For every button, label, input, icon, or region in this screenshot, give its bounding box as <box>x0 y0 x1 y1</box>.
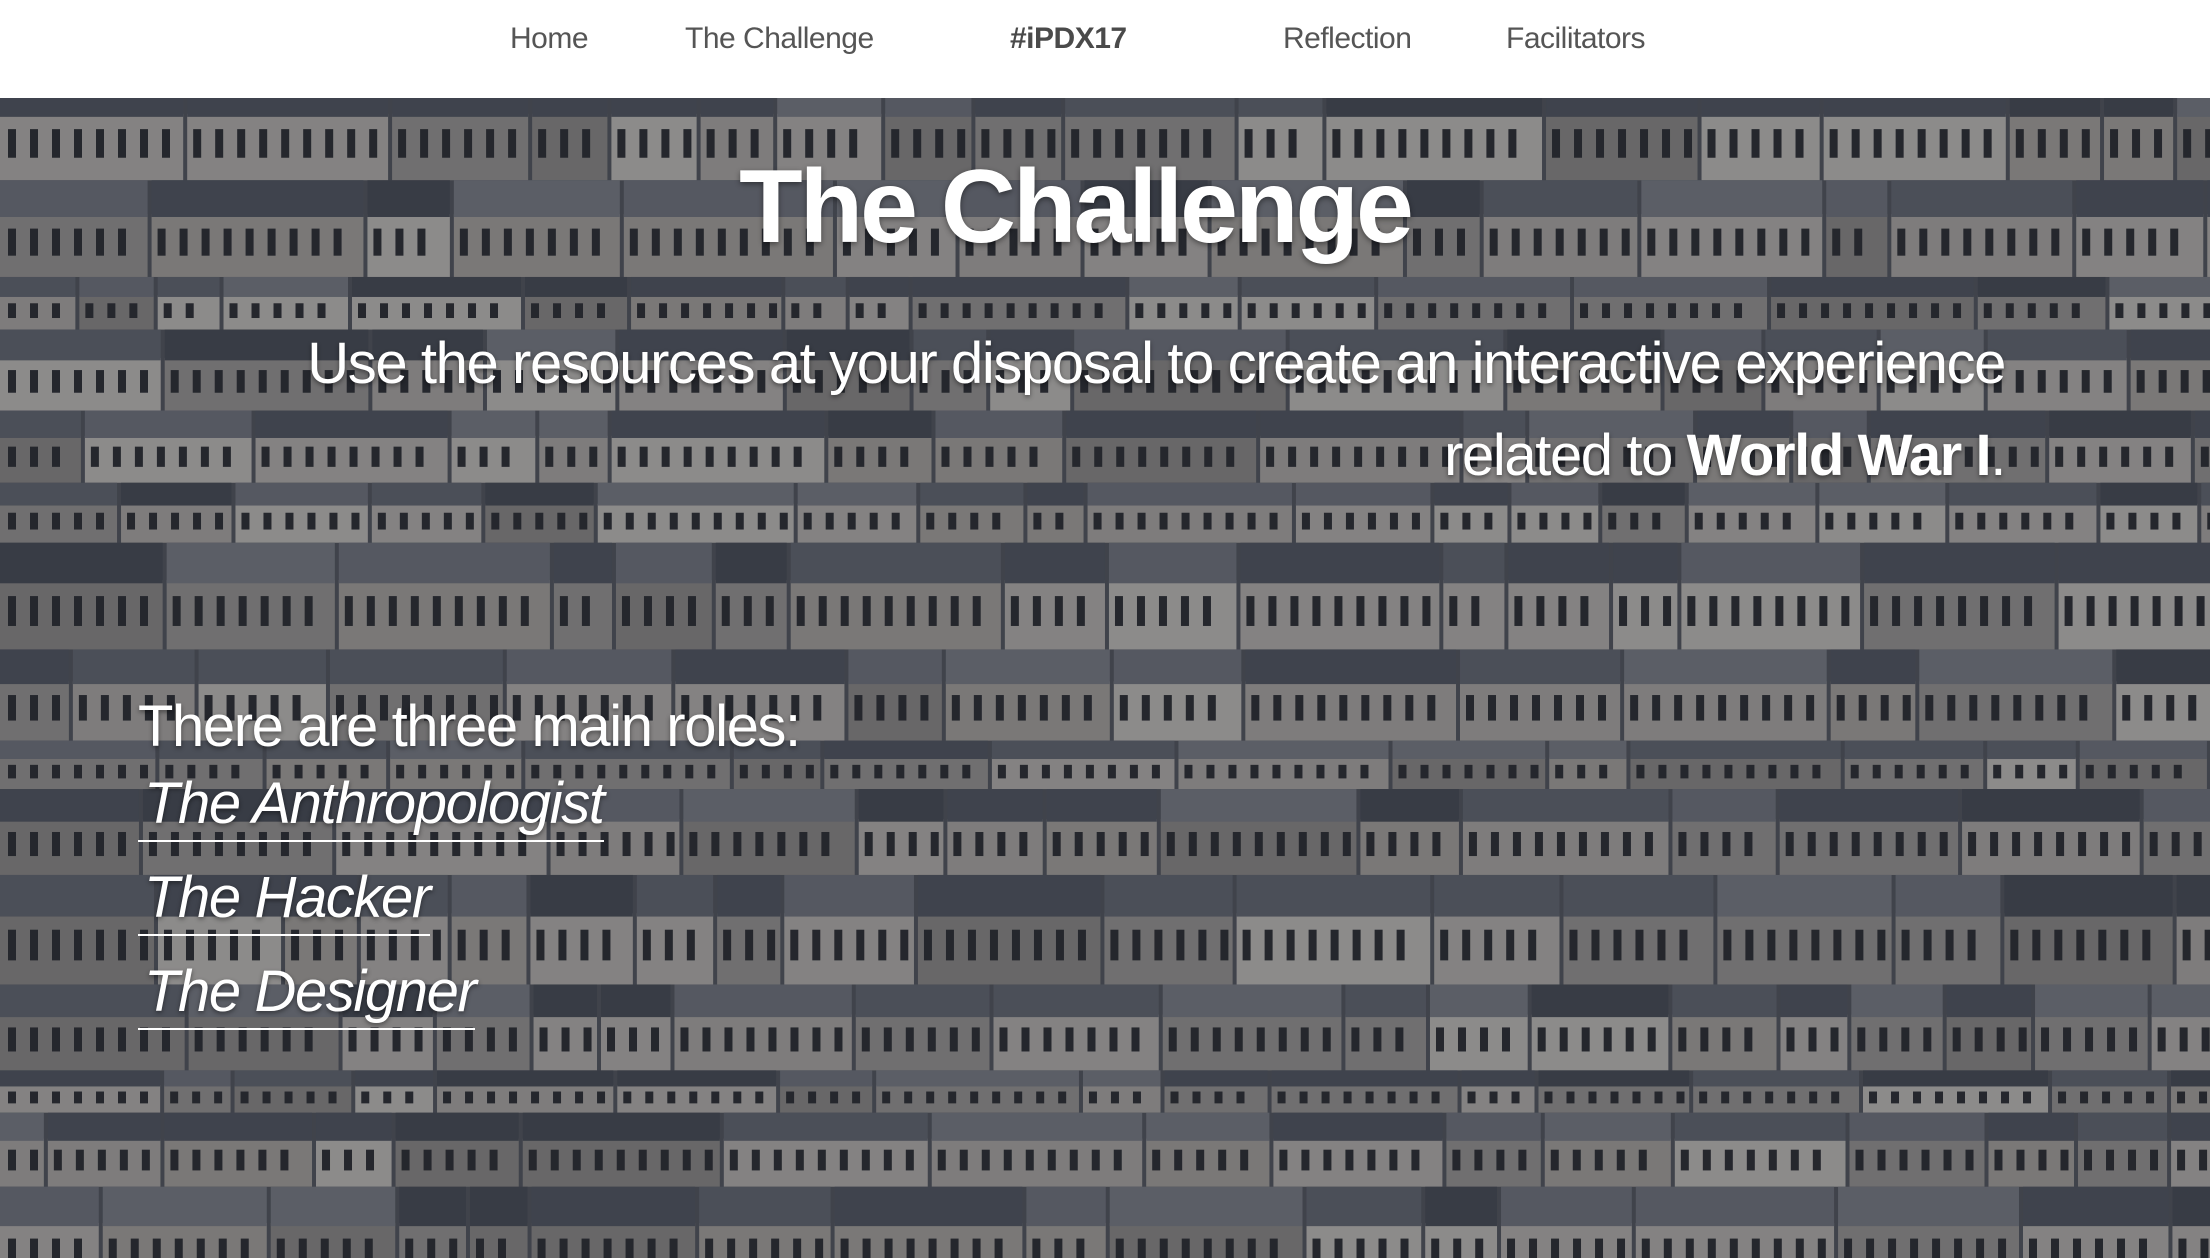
challenge-description-end: . <box>1990 423 2006 488</box>
top-navigation: Home The Challenge #iPDX17 Reflection Fa… <box>0 0 2210 98</box>
role-link-designer[interactable]: The Designer <box>138 956 477 1030</box>
nav-link-reflection[interactable]: Reflection <box>1283 22 1412 56</box>
nav-link-facilitators[interactable]: Facilitators <box>1506 22 1646 56</box>
hero-dark-overlay <box>0 98 2210 1258</box>
challenge-topic: World War I <box>1686 423 1992 488</box>
roles-section: There are three main roles: The Anthropo… <box>138 690 801 1050</box>
nav-link-home[interactable]: Home <box>510 22 589 56</box>
role-link-anthropologist[interactable]: The Anthropologist <box>138 768 605 842</box>
page-title: The Challenge <box>739 149 1414 265</box>
role-link-hacker[interactable]: The Hacker <box>138 862 431 936</box>
hero-section <box>0 98 2210 1258</box>
nav-link-the-challenge[interactable]: The Challenge <box>685 22 874 56</box>
challenge-description: Use the resources at your disposal to cr… <box>225 318 2006 502</box>
page: Home The Challenge #iPDX17 Reflection Fa… <box>0 0 2210 1258</box>
nav-brand-link[interactable]: #iPDX17 <box>1010 22 1127 56</box>
roles-intro: There are three main roles: <box>138 694 801 759</box>
